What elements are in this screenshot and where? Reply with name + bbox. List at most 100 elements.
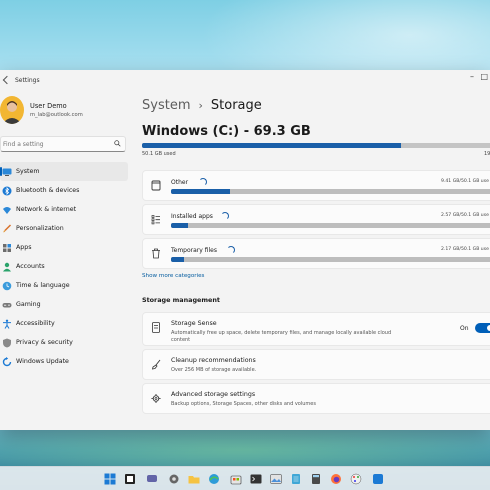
category-temporary-files[interactable]: Temporary files 2.17 GB/50.1 GB use	[142, 238, 490, 269]
title-bar: Settings	[0, 70, 490, 90]
sidebar-item-label: Apps	[16, 244, 32, 251]
search-box[interactable]	[0, 136, 126, 152]
accessibility-icon	[3, 319, 11, 329]
sidebar-item-system[interactable]: System	[0, 162, 128, 181]
storage-sense-description: Automatically free up space, delete temp…	[171, 330, 392, 343]
drive-title: Windows (C:) - 69.3 GB	[142, 124, 311, 139]
category-usage-bar	[171, 223, 490, 228]
category-installed-apps[interactable]: Installed apps 2.57 GB/50.1 GB use	[142, 204, 490, 235]
person-icon	[3, 262, 11, 271]
drive-usage-fill	[142, 143, 402, 148]
user-profile[interactable]: User Demo m_lab@outlook.com	[0, 96, 83, 124]
avatar	[0, 96, 24, 124]
firefox-icon[interactable]	[330, 473, 342, 485]
settings-gear-icon[interactable]	[168, 473, 180, 485]
terminal-icon[interactable]	[250, 473, 262, 485]
advanced-storage-title: Advanced storage settings	[171, 391, 256, 398]
chat-icon[interactable]	[146, 473, 158, 485]
monitor-icon	[2, 168, 12, 176]
back-arrow-icon[interactable]	[2, 75, 12, 85]
notepad-icon[interactable]	[290, 473, 302, 485]
app-icon[interactable]	[372, 473, 384, 485]
sidebar-item-personalization[interactable]: Personalization	[0, 219, 128, 238]
task-view-icon[interactable]	[124, 473, 136, 485]
sidebar-item-gaming[interactable]: Gaming	[0, 295, 128, 314]
sidebar-item-label: System	[16, 168, 40, 175]
category-usage-bar	[171, 189, 490, 194]
category-size: 2.17 GB/50.1 GB use	[441, 247, 489, 252]
drive-total-label: 19	[484, 151, 490, 157]
category-size: 2.57 GB/50.1 GB use	[441, 213, 489, 218]
paint-icon[interactable]	[350, 473, 362, 485]
sidebar-item-label: Windows Update	[16, 358, 69, 365]
category-usage-fill	[171, 223, 188, 228]
wifi-icon	[3, 206, 11, 214]
breadcrumb: System › Storage	[142, 98, 262, 113]
apps-icon	[3, 243, 11, 252]
show-more-categories-link[interactable]: Show more categories	[142, 273, 204, 279]
category-other[interactable]: Other 9.41 GB/50.1 GB use	[142, 170, 490, 201]
category-label: Installed apps	[171, 213, 213, 220]
maximize-button[interactable]: □	[480, 72, 488, 81]
category-label: Other	[171, 179, 189, 186]
cleanup-title: Cleanup recommendations	[171, 357, 256, 364]
sidebar-item-label: Privacy & security	[16, 339, 73, 346]
gear-icon	[151, 394, 161, 403]
loading-spinner-icon	[199, 178, 207, 186]
windows-start-icon[interactable]	[104, 473, 116, 485]
storage-sense-row[interactable]: Storage Sense Automatically free up spac…	[142, 312, 490, 346]
store-icon[interactable]	[230, 473, 242, 485]
storage-icon	[152, 322, 160, 333]
update-icon	[2, 356, 12, 366]
bluetooth-icon	[2, 186, 12, 195]
sidebar-item-network[interactable]: Network & internet	[0, 200, 128, 219]
photos-icon[interactable]	[270, 473, 282, 485]
sidebar: User Demo m_lab@outlook.com System Bluet…	[0, 90, 130, 430]
globe-clock-icon	[2, 281, 12, 290]
brush-icon	[3, 223, 12, 232]
sidebar-item-windows-update[interactable]: Windows Update	[0, 352, 128, 371]
sidebar-item-privacy[interactable]: Privacy & security	[0, 333, 128, 352]
taskbar	[0, 466, 490, 490]
storage-management-heading: Storage management	[142, 296, 220, 304]
storage-sense-toggle[interactable]	[475, 323, 490, 333]
sidebar-item-label: Accessibility	[16, 320, 55, 327]
shield-icon	[3, 338, 11, 347]
sidebar-item-accessibility[interactable]: Accessibility	[0, 314, 128, 333]
cleanup-recommendations-row[interactable]: Cleanup recommendations Over 256 MB of s…	[142, 349, 490, 380]
page-title: Storage	[210, 98, 262, 113]
drive-usage-bar	[142, 143, 490, 148]
loading-spinner-icon	[221, 212, 229, 220]
breadcrumb-parent[interactable]: System	[142, 98, 190, 113]
category-size: 9.41 GB/50.1 GB use	[441, 179, 489, 184]
sidebar-item-time-language[interactable]: Time & language	[0, 276, 128, 295]
trash-icon	[152, 248, 160, 259]
minimize-button[interactable]: –	[470, 72, 474, 81]
sidebar-item-label: Accounts	[16, 263, 45, 270]
advanced-storage-settings-row[interactable]: Advanced storage settings Backup options…	[142, 383, 490, 414]
search-input[interactable]	[3, 140, 113, 148]
user-email: m_lab@outlook.com	[30, 112, 83, 118]
category-usage-fill	[171, 257, 185, 262]
cleanup-description: Over 256 MB of storage available.	[171, 367, 257, 373]
search-icon[interactable]	[114, 140, 121, 147]
edge-browser-icon[interactable]	[208, 473, 220, 485]
sidebar-item-accounts[interactable]: Accounts	[0, 257, 128, 276]
sidebar-item-label: Gaming	[16, 301, 41, 308]
sidebar-item-label: Personalization	[16, 225, 64, 232]
loading-spinner-icon	[227, 246, 235, 254]
main-content: System › Storage Windows (C:) - 69.3 GB …	[142, 90, 490, 430]
broom-icon	[151, 359, 161, 370]
nav-list: System Bluetooth & devices Network & int…	[0, 162, 128, 371]
sidebar-item-apps[interactable]: Apps	[0, 238, 128, 257]
category-usage-bar	[171, 257, 490, 262]
drive-used-label: 50.1 GB used	[142, 151, 176, 157]
storage-sense-title: Storage Sense	[171, 320, 217, 327]
sidebar-item-bluetooth[interactable]: Bluetooth & devices	[0, 181, 128, 200]
calculator-icon[interactable]	[310, 473, 322, 485]
advanced-storage-description: Backup options, Storage Spaces, other di…	[171, 401, 316, 407]
sidebar-item-label: Bluetooth & devices	[16, 187, 80, 194]
list-icon	[151, 215, 160, 225]
settings-window: Settings – □ User Demo m_lab@outlook.com	[0, 70, 490, 430]
file-explorer-icon[interactable]	[188, 473, 200, 485]
